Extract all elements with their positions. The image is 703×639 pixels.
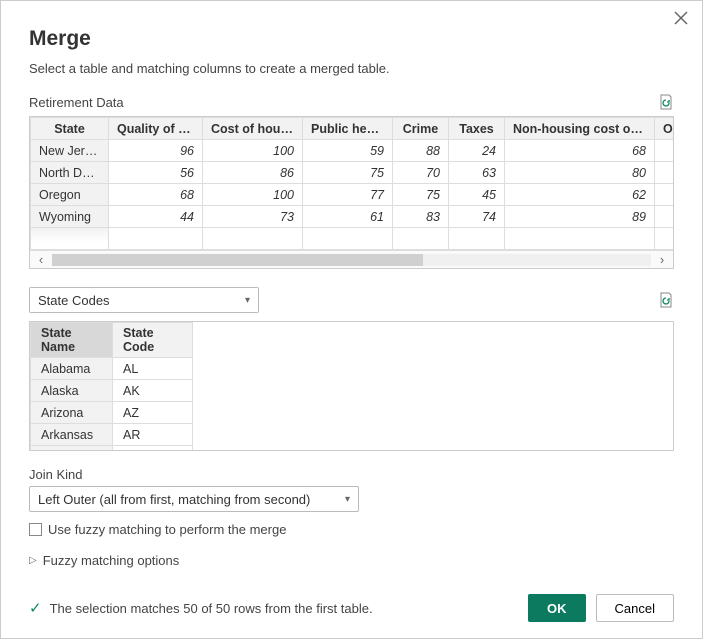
chevron-down-icon: ▾ <box>345 494 350 505</box>
col-housing[interactable]: Cost of housing <box>203 118 303 140</box>
table-row[interactable]: AlabamaAL <box>31 358 193 380</box>
col-taxes[interactable]: Taxes <box>449 118 505 140</box>
table-row[interactable]: CaliforniaCA <box>31 446 193 452</box>
scroll-track[interactable] <box>52 254 651 266</box>
joinkind-value: Left Outer (all from first, matching fro… <box>38 492 310 507</box>
fuzzy-checkbox-label: Use fuzzy matching to perform the merge <box>48 522 286 537</box>
col-state-name[interactable]: State Name <box>31 323 113 358</box>
joinkind-dropdown[interactable]: Left Outer (all from first, matching fro… <box>29 486 359 512</box>
dialog-subtitle: Select a table and matching columns to c… <box>29 61 674 76</box>
table1: State Quality of life Cost of housing Pu… <box>29 116 674 269</box>
col-state-code[interactable]: State Code <box>113 323 193 358</box>
scroll-right-icon[interactable]: › <box>651 252 673 267</box>
fuzzy-options-label: Fuzzy matching options <box>43 553 180 568</box>
table-row[interactable]: Oregon 68 100 77 75 45 62 <box>31 184 675 206</box>
table-row[interactable]: North Dakota 56 86 75 70 63 80 <box>31 162 675 184</box>
col-quality[interactable]: Quality of life <box>109 118 203 140</box>
second-table-dropdown[interactable]: State Codes ▾ <box>29 287 259 313</box>
match-status: ✓ The selection matches 50 of 50 rows fr… <box>29 599 373 617</box>
col-crime[interactable]: Crime <box>393 118 449 140</box>
chevron-down-icon: ▾ <box>245 295 250 306</box>
col-state[interactable]: State <box>31 118 109 140</box>
refresh-icon[interactable] <box>658 94 674 110</box>
table-row[interactable]: ArizonaAZ <box>31 402 193 424</box>
check-icon: ✓ <box>29 599 42 617</box>
table-row[interactable]: ArkansasAR <box>31 424 193 446</box>
second-table-value: State Codes <box>38 293 110 308</box>
close-icon[interactable] <box>674 11 688 30</box>
fuzzy-checkbox-row[interactable]: Use fuzzy matching to perform the merge <box>29 522 674 537</box>
table-row[interactable]: Wyoming 44 73 61 83 74 89 <box>31 206 675 228</box>
match-status-text: The selection matches 50 of 50 rows from… <box>50 601 373 616</box>
table-row[interactable]: AlaskaAK <box>31 380 193 402</box>
joinkind-label: Join Kind <box>29 467 674 482</box>
chevron-right-icon: ▷ <box>29 555 37 566</box>
table-row[interactable]: New Jersey 96 100 59 88 24 68 <box>31 140 675 162</box>
col-nonhousing[interactable]: Non-housing cost of living <box>505 118 655 140</box>
merge-dialog: Merge Select a table and matching column… <box>0 0 703 639</box>
dialog-title: Merge <box>29 27 674 51</box>
table2-grid[interactable]: State Name State Code AlabamaAL AlaskaAK… <box>30 322 193 451</box>
scroll-thumb[interactable] <box>52 254 423 266</box>
fuzzy-options-expander[interactable]: ▷ Fuzzy matching options <box>29 553 674 568</box>
scroll-left-icon[interactable]: ‹ <box>30 252 52 267</box>
table2: State Name State Code AlabamaAL AlaskaAK… <box>29 321 674 451</box>
table-row-partial: ....... <box>31 228 675 250</box>
table1-grid[interactable]: State Quality of life Cost of housing Pu… <box>30 117 674 250</box>
cancel-button[interactable]: Cancel <box>596 594 674 622</box>
col-ov[interactable]: Ov <box>655 118 675 140</box>
fuzzy-checkbox[interactable] <box>29 523 42 536</box>
col-health[interactable]: Public health <box>303 118 393 140</box>
horizontal-scrollbar[interactable]: ‹ › <box>30 250 673 268</box>
ok-button[interactable]: OK <box>528 594 586 622</box>
refresh-icon[interactable] <box>658 292 674 308</box>
table1-label: Retirement Data <box>29 95 124 110</box>
